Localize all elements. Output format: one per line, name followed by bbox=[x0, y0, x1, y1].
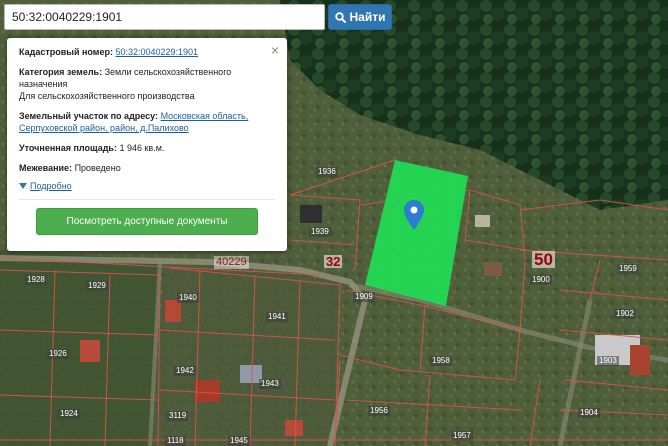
plot-label: 1957 bbox=[451, 431, 473, 441]
triangle-down-icon bbox=[19, 183, 27, 189]
details-toggle[interactable]: Подробно bbox=[19, 180, 275, 192]
plot-label: 1940 bbox=[177, 293, 199, 303]
land-category-label: Категория земель: bbox=[19, 67, 103, 77]
plot-label: 1928 bbox=[25, 275, 47, 285]
plot-label: 1118 bbox=[165, 436, 186, 446]
survey-row: Межевание: Проведено bbox=[19, 162, 275, 174]
area-value: 1 946 кв.м. bbox=[119, 143, 165, 153]
plot-label: 1943 bbox=[259, 379, 281, 389]
location-pin-icon[interactable] bbox=[404, 200, 424, 230]
survey-value: Проведено bbox=[74, 163, 121, 173]
plot-label: 1936 bbox=[316, 167, 338, 177]
plot-label: 1929 bbox=[86, 281, 108, 291]
plot-label: 1926 bbox=[47, 349, 69, 359]
plot-label: 1903 bbox=[597, 356, 619, 366]
plot-label: 1941 bbox=[266, 312, 288, 322]
survey-label: Межевание: bbox=[19, 163, 73, 173]
block-label: 32 bbox=[324, 254, 343, 269]
area-label: Уточненная площадь: bbox=[19, 143, 117, 153]
search-bar: Найти bbox=[4, 4, 392, 30]
plot-label: 3119 bbox=[167, 411, 189, 421]
divider bbox=[19, 199, 275, 200]
quarter-label: 40229 bbox=[214, 256, 249, 269]
address-label: Земельный участок по адресу: bbox=[19, 111, 159, 121]
plot-label: 1902 bbox=[614, 309, 636, 319]
search-input[interactable] bbox=[4, 4, 325, 30]
land-usage-value: Для сельскохозяйственного производства bbox=[19, 91, 195, 101]
plot-label: 1900 bbox=[530, 275, 552, 285]
plot-label: 1904 bbox=[578, 408, 600, 418]
plot-label: 1939 bbox=[309, 227, 331, 237]
address-row: Земельный участок по адресу: Московская … bbox=[19, 110, 275, 134]
land-category-row: Категория земель: Земли сельскохозяйстве… bbox=[19, 66, 275, 102]
plot-info-popup: × Кадастровый номер: 50:32:0040229:1901 … bbox=[7, 38, 287, 251]
plot-label: 1956 bbox=[368, 406, 390, 416]
block-label: 50 bbox=[532, 250, 555, 269]
search-button-label: Найти bbox=[349, 10, 386, 24]
close-icon[interactable]: × bbox=[271, 43, 279, 57]
plot-label: 1942 bbox=[174, 366, 196, 376]
view-documents-button[interactable]: Посмотреть доступные документы bbox=[36, 208, 258, 235]
search-button[interactable]: Найти bbox=[328, 4, 392, 30]
plot-label: 1909 bbox=[353, 292, 375, 302]
plot-label: 1924 bbox=[58, 409, 80, 419]
cadastral-number-link[interactable]: 50:32:0040229:1901 bbox=[115, 47, 198, 57]
search-icon bbox=[334, 11, 346, 23]
details-label: Подробно bbox=[30, 181, 72, 191]
plot-label: 1945 bbox=[228, 436, 250, 446]
cadastral-number-row: Кадастровый номер: 50:32:0040229:1901 bbox=[19, 46, 275, 58]
plot-label: 1958 bbox=[430, 356, 452, 366]
cadastral-number-label: Кадастровый номер: bbox=[19, 47, 113, 57]
plot-label: 1959 bbox=[617, 264, 639, 274]
area-row: Уточненная площадь: 1 946 кв.м. bbox=[19, 142, 275, 154]
